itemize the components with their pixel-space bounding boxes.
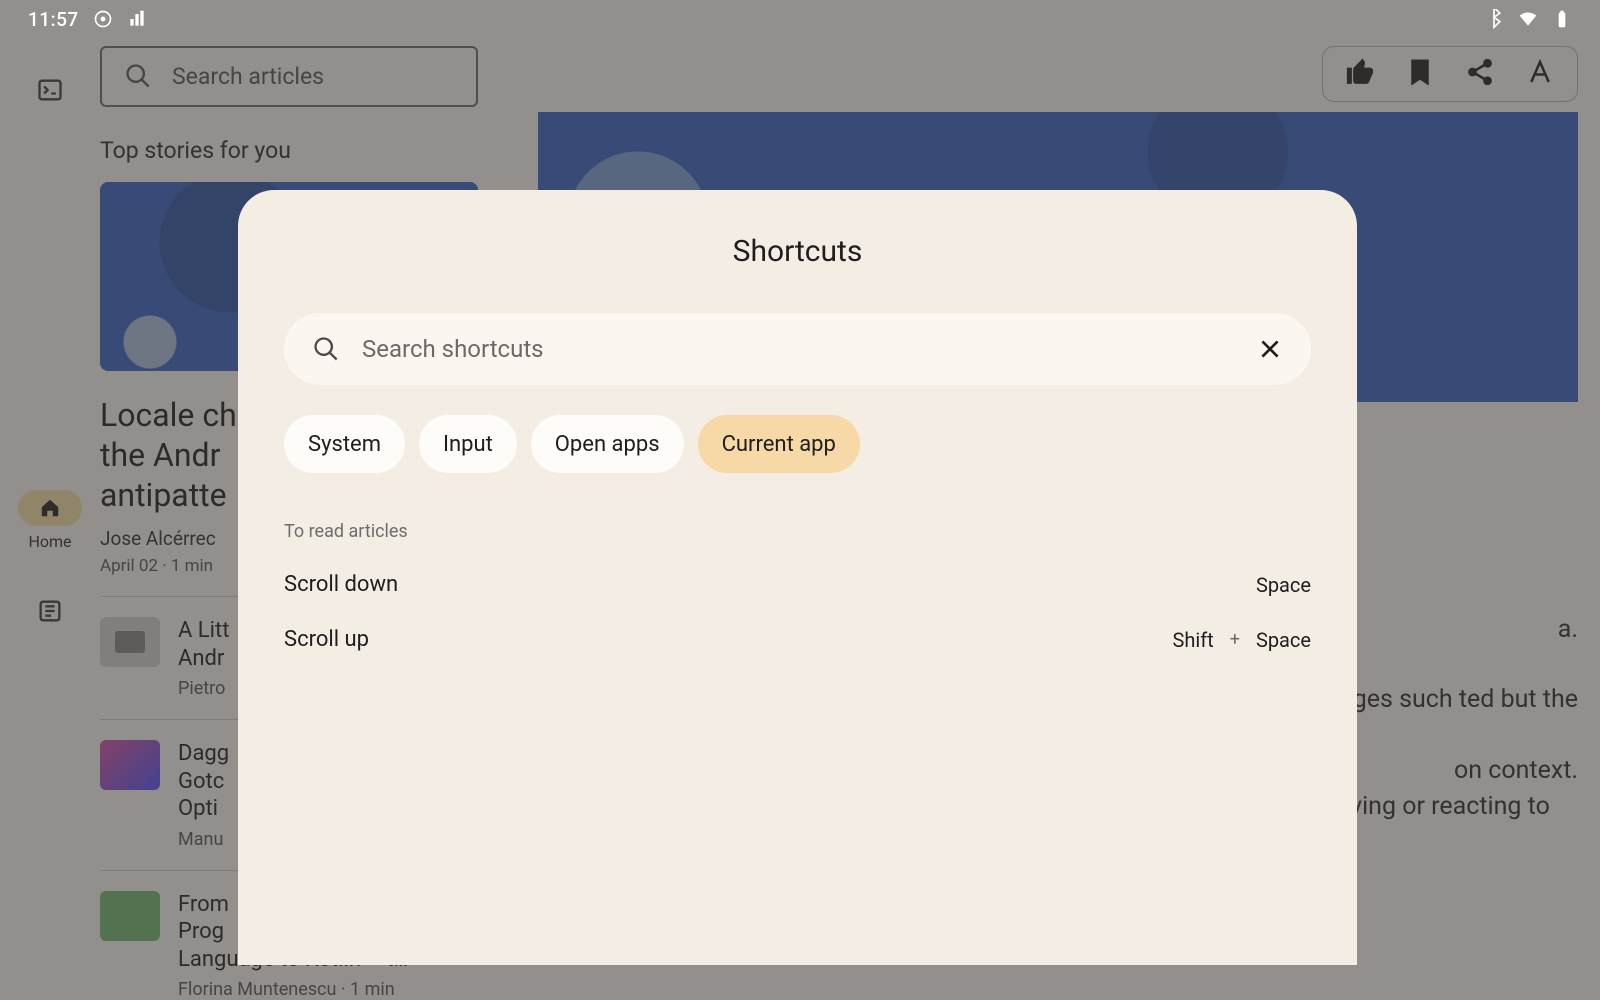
bluetooth-icon (1484, 9, 1504, 29)
key: Shift (1172, 628, 1213, 652)
shortcut-row: Scroll down Space (284, 572, 1311, 597)
search-shortcuts-input[interactable]: Search shortcuts (284, 313, 1311, 385)
chip-system[interactable]: System (284, 415, 405, 473)
chip-current-app[interactable]: Current app (698, 415, 860, 473)
shortcut-row: Scroll up Shift + Space (284, 627, 1311, 652)
bar-chart-icon (127, 9, 147, 29)
search-icon (312, 335, 340, 363)
shortcuts-dialog: Shortcuts Search shortcuts System Input … (238, 190, 1357, 965)
chip-input[interactable]: Input (419, 415, 517, 473)
shortcut-name: Scroll up (284, 627, 369, 652)
search-shortcuts-placeholder: Search shortcuts (362, 335, 1235, 363)
shortcut-section-title: To read articles (284, 521, 1311, 542)
shortcut-name: Scroll down (284, 572, 398, 597)
key: Space (1256, 628, 1311, 652)
chip-open-apps[interactable]: Open apps (531, 415, 684, 473)
wifi-icon (1518, 9, 1538, 29)
key-plus: + (1230, 629, 1240, 650)
clear-icon[interactable] (1257, 336, 1283, 362)
statusbar-app-icon-1 (93, 9, 113, 29)
key: Space (1256, 573, 1311, 597)
shortcut-keys: Space (1256, 573, 1311, 597)
battery-icon (1552, 9, 1572, 29)
status-bar: 11:57 (0, 0, 1600, 38)
chip-row: System Input Open apps Current app (284, 415, 1311, 473)
dialog-title: Shortcuts (284, 234, 1311, 269)
shortcut-keys: Shift + Space (1172, 628, 1311, 652)
statusbar-time: 11:57 (28, 8, 79, 31)
